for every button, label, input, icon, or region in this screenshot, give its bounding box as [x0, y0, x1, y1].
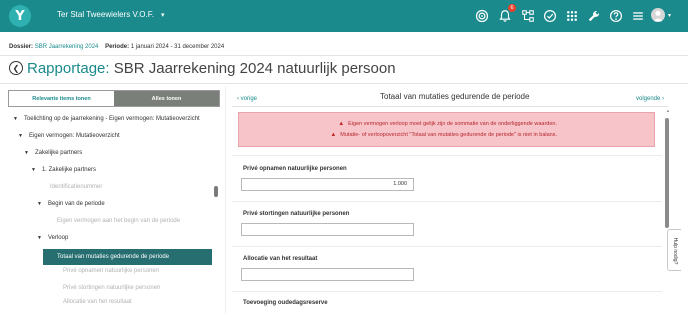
company-name: Ter Stal Tweewielers V.O.F.	[57, 10, 154, 19]
previous-label: vorige	[240, 96, 258, 102]
tree-item-label: Zakelijke partners	[34, 150, 83, 156]
help-icon[interactable]	[608, 8, 624, 24]
periode-value: 1 januari 2024 - 31 december 2024	[130, 44, 225, 50]
avatar[interactable]	[651, 8, 665, 22]
toggle-all-items[interactable]: Alles tonen	[114, 91, 219, 106]
tree-item-label: Eigen vermogen aan het begin van de peri…	[57, 218, 181, 224]
menu-icon[interactable]	[630, 8, 646, 24]
divider	[232, 246, 662, 247]
target-icon[interactable]	[474, 8, 490, 24]
previous-link[interactable]: ‹ vorige	[237, 96, 257, 102]
expand-arrow-icon: ▼	[18, 133, 23, 139]
help-tab-label: Hulp nodig?	[672, 237, 678, 265]
tree-scrollbar[interactable]	[214, 186, 218, 197]
divider	[232, 155, 662, 156]
toggle-relevant-items[interactable]: Relevante items tonen	[9, 91, 114, 106]
panel-divider	[225, 86, 226, 313]
tree-item-active[interactable]: Totaal van mutaties gedurende de periode	[43, 249, 212, 265]
field-label: Privé opnamen natuurlijke personen	[243, 166, 347, 172]
apps-grid-icon[interactable]	[564, 8, 580, 24]
tree-item[interactable]: ▼ 1. Zakelijke partners	[31, 167, 96, 173]
page-title: Rapportage: SBR Jaarrekening 2024 natuur…	[27, 60, 396, 77]
periode-label: Periode:	[105, 44, 130, 50]
dossier-info: Dossier: SBR Jaarrekening 2024 Periode: …	[9, 44, 224, 50]
tree-item[interactable]: ▼ Zakelijke partners	[24, 150, 82, 156]
tree-item-label: Eigen vermogen: Mutatieoverzicht	[28, 133, 120, 139]
chevron-down-icon[interactable]: ▾	[668, 12, 671, 19]
expand-arrow-icon: ▼	[24, 150, 29, 156]
visibility-toggle: Relevante items tonen Alles tonen	[8, 90, 220, 107]
top-bar: Y Ter Stal Tweewielers V.O.F. ▾ 6 ▾	[0, 0, 688, 32]
chevron-right-icon: ›	[662, 96, 665, 102]
chevron-left-icon: ❮	[12, 63, 20, 73]
next-label: volgende	[636, 96, 661, 102]
tree-item-label: Privé stortingen natuurlijke personen	[63, 285, 161, 291]
next-link[interactable]: volgende ›	[636, 96, 664, 102]
tree-item[interactable]: Privé opnamen natuurlijke personen	[63, 268, 159, 274]
tree-item-label: Verloop	[47, 235, 69, 241]
check-circle-icon[interactable]	[542, 8, 558, 24]
help-tab[interactable]: Hulp nodig?	[667, 229, 681, 271]
right-scrollbar-thumb[interactable]	[665, 118, 669, 228]
alert-message: ▲ Eigen vermogen verloop moet gelijk zijn…	[338, 121, 557, 127]
divider	[232, 201, 662, 202]
tree-item-label: Allocatie van het resultaat	[63, 299, 132, 305]
validation-alert: ▲ Eigen vermogen verloop moet gelijk zijn…	[238, 112, 655, 147]
alert-message: ▲ Mutatie- of verloopoverzicht "Totaal va…	[330, 132, 557, 138]
allocatie-resultaat-input[interactable]	[241, 268, 414, 281]
tree-item-label: Begin van de periode	[47, 201, 105, 207]
tree-item[interactable]: ▼ Verloop	[37, 235, 68, 241]
tree-item[interactable]: Eigen vermogen aan het begin van de peri…	[57, 218, 180, 224]
divider	[0, 83, 688, 84]
app-logo[interactable]: Y	[9, 5, 31, 27]
back-button[interactable]: ❮	[9, 61, 23, 75]
field-label: Allocatie van het resultaat	[243, 256, 318, 262]
org-chart-icon[interactable]	[520, 8, 536, 24]
alert-text: Mutatie- of verloopoverzicht "Totaal van…	[340, 132, 557, 138]
expand-arrow-icon: ▼	[37, 235, 42, 241]
tree-item[interactable]: ▼ Eigen vermogen: Mutatieoverzicht	[18, 133, 120, 139]
tree-item-label: Privé opnamen natuurlijke personen	[63, 268, 160, 274]
title-rest: SBR Jaarrekening 2024 natuurlijk persoon	[113, 60, 396, 77]
tree-item[interactable]: Allocatie van het resultaat	[63, 299, 132, 305]
tree-item[interactable]: ▼ Begin van de periode	[37, 201, 105, 207]
alert-text: Eigen vermogen verloop moet gelijk zijn …	[348, 121, 557, 127]
divider	[232, 291, 662, 292]
panel-title: Totaal van mutaties gedurende de periode	[380, 92, 530, 101]
expand-arrow-icon: ▼	[13, 116, 18, 122]
wrench-icon[interactable]	[586, 8, 602, 24]
expand-arrow-icon: ▼	[37, 201, 42, 207]
field-label: Privé stortingen natuurlijke personen	[243, 211, 350, 217]
tree-item[interactable]: ▼ Toelichting op de jaarrekening - Eigen …	[13, 116, 200, 122]
company-selector[interactable]: Ter Stal Tweewielers V.O.F. ▾	[57, 10, 164, 19]
tree-item-label: Identificatienummer	[50, 184, 103, 190]
title-prefix: Rapportage:	[27, 60, 110, 77]
prive-opnamen-input[interactable]: 1.000	[241, 178, 414, 191]
scroll-up-arrow-icon[interactable]: ▲	[666, 108, 670, 113]
warning-icon: ▲	[330, 132, 337, 138]
expand-arrow-icon: ▼	[31, 167, 36, 173]
tree-item[interactable]: Privé stortingen natuurlijke personen	[63, 285, 160, 291]
dossier-link[interactable]: SBR Jaarrekening 2024	[35, 44, 99, 50]
field-label: Toevoeging oudedagsreserve	[243, 300, 328, 306]
tree-item-label: Toelichting op de jaarrekening - Eigen v…	[23, 116, 200, 122]
divider	[0, 55, 688, 56]
divider	[232, 106, 668, 107]
dossier-label: Dossier:	[9, 44, 34, 50]
chevron-left-icon: ‹	[237, 96, 239, 102]
chevron-down-icon: ▾	[160, 11, 165, 19]
logo-letter: Y	[15, 8, 25, 24]
prive-stortingen-input[interactable]	[241, 223, 414, 236]
warning-icon: ▲	[338, 121, 345, 127]
tree-item[interactable]: Identificatienummer	[50, 184, 102, 190]
tree-item-label: Totaal van mutaties gedurende de periode	[57, 254, 170, 260]
notification-badge: 6	[508, 4, 516, 12]
tree-item-label: 1. Zakelijke partners	[41, 167, 96, 173]
